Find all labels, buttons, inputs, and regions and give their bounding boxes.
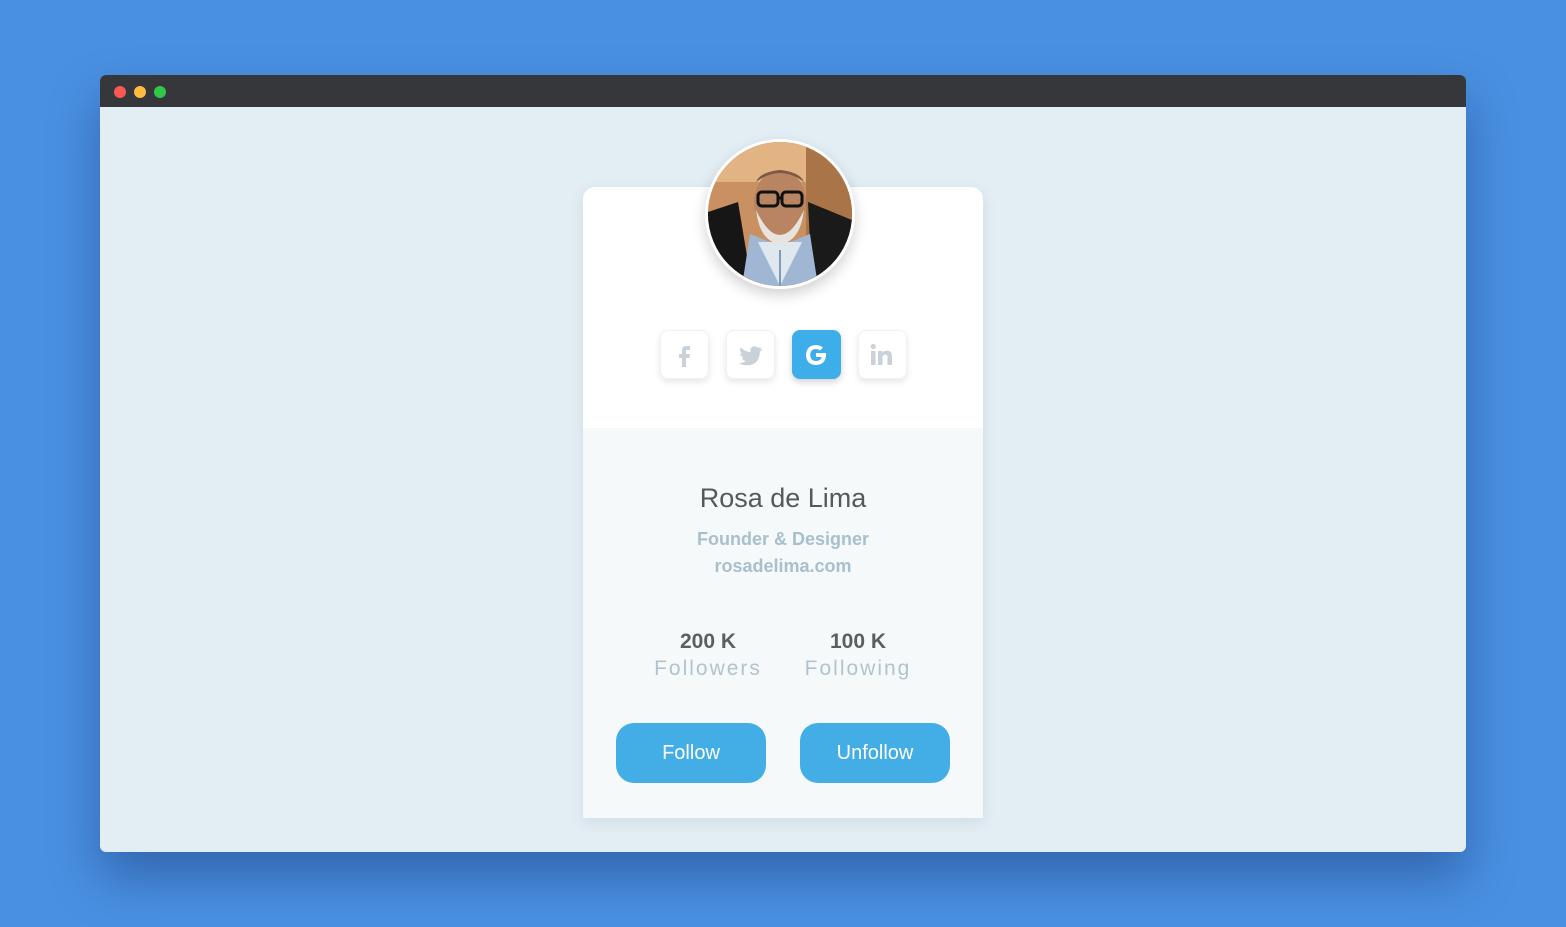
following-label: Following <box>804 657 912 680</box>
facebook-link[interactable] <box>659 330 709 379</box>
follow-button[interactable]: Follow <box>616 723 766 783</box>
avatar <box>705 139 855 289</box>
maximize-window-button[interactable] <box>154 86 166 98</box>
profile-card: Rosa de Lima Founder & Designer rosadeli… <box>583 139 983 818</box>
minimize-window-button[interactable] <box>134 86 146 98</box>
linkedin-link[interactable] <box>857 330 907 379</box>
followers-stat: 200 K Followers <box>633 630 783 681</box>
followers-count: 200 K <box>679 630 737 653</box>
profile-role: Founder & Designer <box>696 529 870 549</box>
following-stat: 100 K Following <box>783 630 933 681</box>
linkedin-icon <box>870 343 892 365</box>
followers-label: Followers <box>654 657 762 680</box>
profile-website: rosadelima.com <box>714 556 852 576</box>
following-count: 100 K <box>829 630 887 653</box>
unfollow-button[interactable]: Unfollow <box>800 723 950 783</box>
profile-info-section: Rosa de Lima Founder & Designer rosadeli… <box>583 428 983 818</box>
profile-name: Rosa de Lima <box>699 483 867 513</box>
browser-window: Rosa de Lima Founder & Designer rosadeli… <box>100 75 1466 852</box>
avatar-photo-icon <box>708 142 852 286</box>
twitter-link[interactable] <box>725 330 775 379</box>
close-window-button[interactable] <box>114 86 126 98</box>
page-content: Rosa de Lima Founder & Designer rosadeli… <box>100 107 1466 852</box>
social-links <box>583 330 983 379</box>
window-titlebar <box>100 75 1466 107</box>
google-link[interactable] <box>791 330 841 379</box>
twitter-icon <box>738 345 762 365</box>
google-icon <box>806 344 826 365</box>
facebook-icon <box>679 345 690 367</box>
